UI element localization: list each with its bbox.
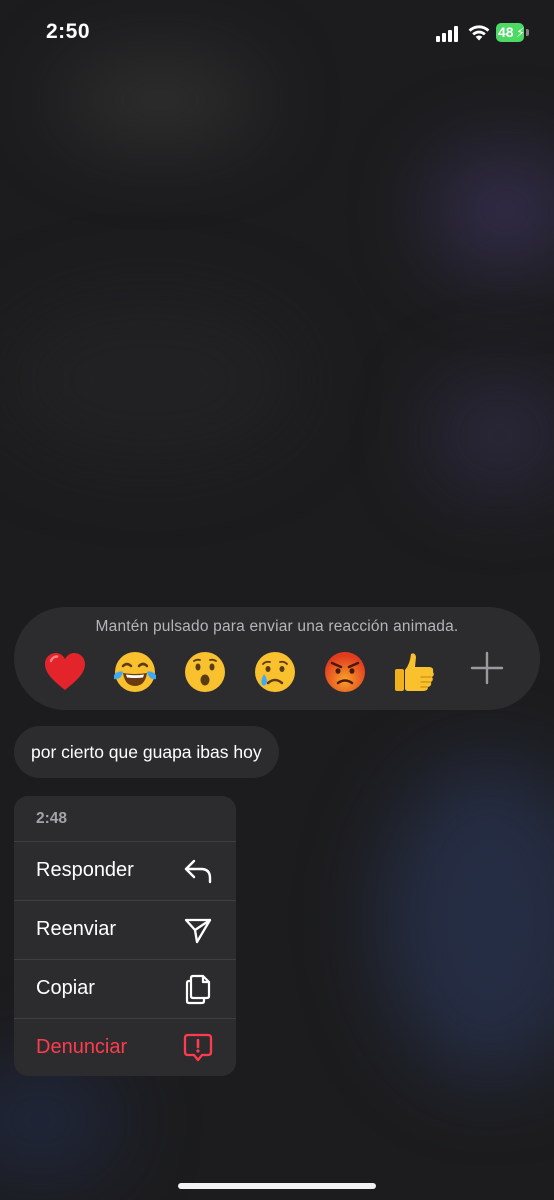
message-text: por cierto que guapa ibas hoy xyxy=(31,741,262,762)
background-blur xyxy=(0,1060,120,1180)
reaction-hint: Mantén pulsado para enviar una reacción … xyxy=(95,618,459,635)
battery-cap xyxy=(526,29,529,36)
heart-icon xyxy=(45,653,85,690)
surprised-emoji[interactable] xyxy=(178,645,232,699)
menu-item-copy[interactable]: Copiar xyxy=(14,959,236,1017)
menu-item-forward[interactable]: Reenviar xyxy=(14,900,236,958)
reply-icon xyxy=(184,859,212,884)
message-context-menu: 2:48 Responder Reenviar Copiar Denunciar xyxy=(14,796,236,1076)
menu-item-reply[interactable]: Responder xyxy=(14,841,236,899)
battery-charging-icon: 48 ⚡ xyxy=(496,23,531,42)
message-bubble[interactable]: por cierto que guapa ibas hoy xyxy=(14,726,279,778)
heart-emoji[interactable] xyxy=(38,645,92,699)
cellular-signal-icon xyxy=(436,26,460,42)
report-icon xyxy=(183,1033,213,1062)
plus-icon[interactable] xyxy=(466,647,508,689)
battery-level: 48 xyxy=(498,24,514,40)
crying-icon xyxy=(255,652,295,692)
background-blur xyxy=(430,380,554,490)
menu-item-label: Responder xyxy=(36,859,134,881)
thumbs-up-icon xyxy=(395,653,434,691)
send-icon xyxy=(184,918,212,944)
angry-icon xyxy=(325,652,365,692)
surprised-icon xyxy=(185,652,225,692)
tears-of-joy-emoji[interactable] xyxy=(108,645,162,699)
status-bar: 2:50 48 ⚡ xyxy=(0,0,554,66)
background-blur xyxy=(430,150,554,270)
thumbs-up-emoji[interactable] xyxy=(388,645,442,699)
menu-item-label: Copiar xyxy=(36,977,95,999)
menu-item-label: Reenviar xyxy=(36,918,117,940)
tears-of-joy-icon xyxy=(114,652,156,692)
reaction-bar: Mantén pulsado para enviar una reacción … xyxy=(14,607,540,710)
menu-item-report[interactable]: Denunciar xyxy=(14,1018,236,1076)
charging-bolt-icon: ⚡ xyxy=(516,25,526,40)
crying-emoji[interactable] xyxy=(248,645,302,699)
background-blur xyxy=(0,300,300,460)
background-blur xyxy=(60,60,260,140)
status-time: 2:50 xyxy=(46,20,91,43)
angry-emoji[interactable] xyxy=(318,645,372,699)
message-timestamp: 2:48 xyxy=(36,810,68,827)
background-blur xyxy=(380,760,554,1080)
menu-item-label: Denunciar xyxy=(36,1036,128,1058)
home-indicator[interactable] xyxy=(178,1183,376,1189)
copy-icon xyxy=(185,974,211,1005)
screen: 2:50 48 ⚡ Mantén pulsado para enviar una… xyxy=(0,0,554,1200)
wifi-icon xyxy=(468,25,490,41)
